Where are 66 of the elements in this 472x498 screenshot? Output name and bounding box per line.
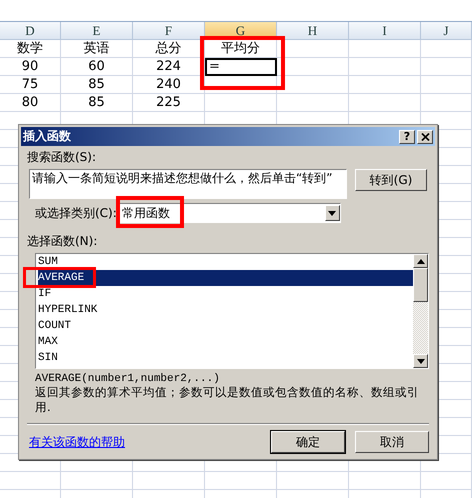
go-button[interactable]: 转到(G) (355, 169, 427, 191)
function-item[interactable]: SUM (38, 254, 413, 270)
table-cell (349, 40, 421, 58)
scroll-up-icon (416, 258, 424, 264)
cancel-button[interactable]: 取消 (355, 431, 429, 453)
table-cell (421, 40, 472, 58)
column-header[interactable]: J (421, 22, 472, 40)
category-label: 或选择类别(C): (35, 206, 117, 220)
search-label: 搜索函数(S): (27, 150, 98, 164)
table-cell: 英语 (61, 40, 133, 58)
table-cell (205, 472, 277, 490)
close-icon (420, 132, 430, 140)
column-header[interactable]: F (133, 22, 205, 40)
function-syntax: AVERAGE(number1,number2,...) (35, 373, 221, 385)
function-item[interactable]: SIN (38, 350, 413, 366)
function-item[interactable]: IF (38, 286, 413, 302)
window-title: 插入函数 (23, 128, 71, 145)
table-cell: = (205, 58, 277, 76)
table-cell (205, 76, 277, 94)
close-button[interactable] (417, 130, 433, 144)
table-cell: 75 (0, 76, 61, 94)
table-cell (421, 58, 472, 76)
function-list[interactable]: SUM AVERAGE IF HYPERLINK COUNT MAX SIN (35, 253, 429, 369)
table-cell: 225 (133, 94, 205, 112)
table-cell: 平均分 (205, 40, 277, 58)
function-description: 返回其参数的算术平均值；参数可以是数值或包含数值的名称、数组或引用. (35, 385, 420, 415)
column-header[interactable]: H (277, 22, 349, 40)
function-item[interactable]: MAX (38, 334, 413, 350)
table-cell: 85 (61, 94, 133, 112)
table-cell: 90 (0, 58, 61, 76)
table-cell (277, 58, 349, 76)
table-cell: 240 (133, 76, 205, 94)
column-header[interactable]: D (0, 22, 61, 40)
category-dropdown[interactable]: 常用函数 (118, 203, 341, 223)
table-cell (349, 58, 421, 76)
table-cell (0, 472, 61, 490)
function-item[interactable]: COUNT (38, 318, 413, 334)
dropdown-arrow-icon (328, 210, 336, 216)
table-cell: 总分 (133, 40, 205, 58)
table-cell (349, 472, 421, 490)
ok-button[interactable]: 确定 (271, 431, 345, 453)
column-header[interactable]: E (61, 22, 133, 40)
table-cell: 85 (61, 76, 133, 94)
table-cell (421, 472, 472, 490)
table-cell: 224 (133, 58, 205, 76)
table-cell (133, 472, 205, 490)
table-cell (61, 472, 133, 490)
table-cell (421, 76, 472, 94)
function-item[interactable]: HYPERLINK (38, 302, 413, 318)
highlight-frame (116, 196, 184, 228)
table-cell (349, 76, 421, 94)
table-cell (277, 472, 349, 490)
function-label: 选择函数(N): (27, 234, 98, 248)
table-cell (421, 94, 472, 112)
table-cell: 数学 (0, 40, 61, 58)
column-header[interactable]: I (349, 22, 421, 40)
function-item[interactable]: AVERAGE (38, 270, 413, 286)
scroll-down-icon (416, 358, 424, 364)
scrollbar[interactable] (413, 254, 428, 368)
table-cell (277, 76, 349, 94)
help-button[interactable]: ? (399, 130, 415, 144)
table-cell: 80 (0, 94, 61, 112)
search-field[interactable]: 请输入一条简短说明来描述您想做什么，然后单击“转到” (29, 169, 347, 199)
help-link[interactable]: 有关该函数的帮助 (29, 434, 125, 450)
table-cell (277, 40, 349, 58)
table-cell: 60 (61, 58, 133, 76)
